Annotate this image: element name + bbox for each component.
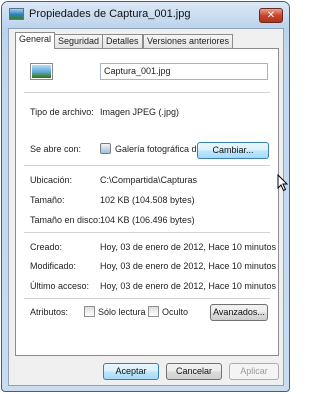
readonly-label: Sólo lectura	[98, 307, 146, 317]
readonly-checkbox[interactable]	[84, 306, 95, 317]
apply-button[interactable]: Aplicar	[229, 363, 279, 380]
advanced-button[interactable]: Avanzados...	[210, 304, 268, 321]
cancel-button[interactable]: Cancelar	[166, 363, 222, 380]
hidden-checkbox[interactable]	[148, 306, 159, 317]
location-label: Ubicación:	[30, 175, 73, 185]
opens-with-label: Se abre con:	[30, 144, 82, 154]
tab-general[interactable]: General	[15, 32, 56, 49]
file-type-label: Tipo de archivo:	[30, 107, 94, 117]
tab-previous-versions[interactable]: Versiones anteriores	[143, 34, 234, 48]
location-value: C:\Compartida\Capturas	[100, 175, 198, 185]
size-on-disk-label: Tamaño en disco:	[30, 215, 101, 225]
hidden-label: Oculto	[162, 307, 189, 317]
photo-gallery-icon	[100, 143, 111, 154]
properties-dialog: Propiedades de Captura_001.jpg ✕ General…	[1, 1, 290, 392]
attributes-label: Atributos:	[30, 307, 69, 317]
title-bar[interactable]: Propiedades de Captura_001.jpg ✕	[2, 2, 289, 28]
size-label: Tamaño:	[30, 195, 65, 205]
divider	[24, 298, 270, 299]
close-button[interactable]: ✕	[259, 8, 283, 23]
image-file-icon	[30, 63, 53, 80]
accessed-label: Último acceso:	[30, 281, 90, 291]
change-button[interactable]: Cambiar...	[197, 142, 269, 159]
size-value: 102 KB (104.508 bytes)	[100, 195, 195, 205]
size-on-disk-value: 104 KB (106.496 bytes)	[100, 215, 195, 225]
mouse-pointer-icon	[277, 174, 289, 192]
dialog-body: General Seguridad Detalles Versiones ant…	[8, 28, 289, 386]
image-file-icon	[9, 8, 24, 20]
window-title: Propiedades de Captura_001.jpg	[29, 8, 191, 20]
file-name-field[interactable]: Captura_001.jpg	[100, 63, 268, 80]
modified-label: Modificado:	[30, 261, 77, 271]
divider	[24, 92, 270, 93]
file-type-value: Imagen JPEG (.jpg)	[100, 107, 180, 117]
created-label: Creado:	[30, 242, 63, 252]
accept-button[interactable]: Aceptar	[103, 363, 159, 380]
divider	[24, 165, 270, 166]
divider	[24, 232, 270, 233]
general-panel: Captura_001.jpg Tipo de archivo: Imagen …	[15, 48, 289, 356]
created-value: Hoy, 03 de enero de 2012, Hace 10 minuto…	[100, 242, 276, 252]
accessed-value: Hoy, 03 de enero de 2012, Hace 10 minuto…	[100, 281, 276, 291]
tab-details[interactable]: Detalles	[102, 34, 143, 48]
modified-value: Hoy, 03 de enero de 2012, Hace 10 minuto…	[100, 261, 276, 271]
tab-security[interactable]: Seguridad	[54, 34, 104, 48]
